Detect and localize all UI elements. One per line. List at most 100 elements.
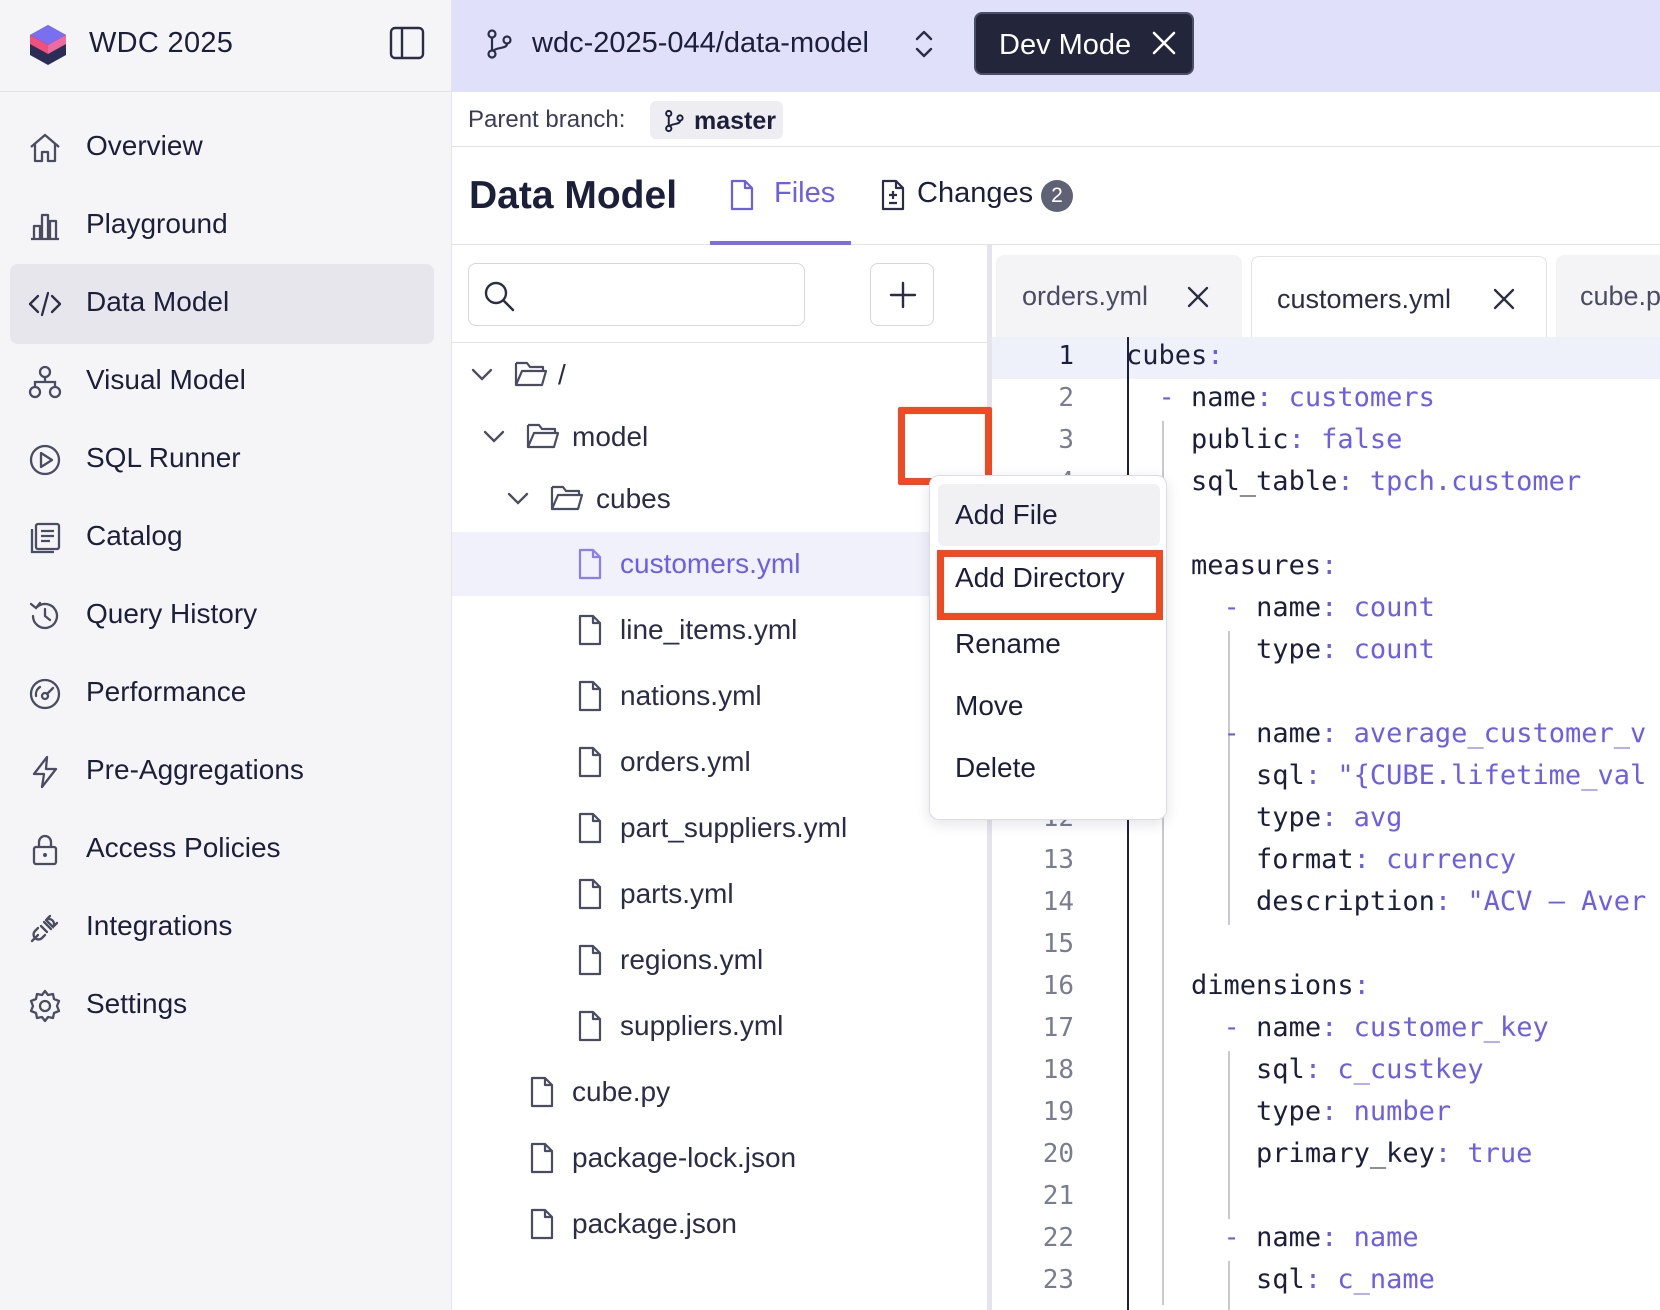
code-key: measures [1191, 550, 1322, 581]
line-number: 14 [1042, 887, 1074, 917]
code-line: public: false [1191, 424, 1403, 455]
tree-folder-root[interactable]: / [452, 343, 987, 407]
tree-file-package-lock[interactable]: package-lock.json [452, 1126, 987, 1190]
tree-file-package-json[interactable]: package.json [452, 1192, 987, 1256]
sidebar-item-performance[interactable]: Performance [10, 654, 434, 734]
editor-tab-cube-py[interactable]: cube.py [1556, 255, 1660, 337]
dev-mode-badge[interactable]: Dev Mode [974, 12, 1194, 75]
line-number: 21 [1042, 1181, 1074, 1211]
parent-branch-name: master [694, 107, 776, 135]
code-value: "ACV – Aver [1467, 886, 1647, 917]
search-box[interactable] [468, 263, 805, 326]
code-key: dimensions [1191, 970, 1354, 1001]
sidebar-item-playground[interactable]: Playground [10, 186, 434, 266]
code-line: - name: customer_key [1223, 1012, 1549, 1043]
sidebar-item-label: Settings [86, 988, 188, 1019]
line-number: 17 [1042, 1013, 1074, 1043]
sidebar-item-settings[interactable]: Settings [10, 966, 434, 1046]
code-icon [28, 291, 62, 317]
search-input[interactable] [525, 274, 795, 314]
plug-icon [30, 914, 59, 943]
tree-file-line-items[interactable]: line_items.yml [452, 598, 987, 662]
tree-file-suppliers[interactable]: suppliers.yml [452, 994, 987, 1058]
page-title: Data Model [469, 174, 678, 217]
sidebar-item-overview[interactable]: Overview [10, 108, 434, 188]
sidebar-item-data-model[interactable]: Data Model [10, 264, 434, 344]
chevron-up-down-icon[interactable] [912, 26, 936, 62]
tab-files[interactable]: Files [710, 147, 851, 245]
tree-label: package-lock.json [572, 1142, 797, 1173]
chevron-down-icon[interactable] [506, 489, 530, 509]
editor-tab-label: cube.py [1580, 281, 1660, 311]
code-value: c_custkey [1337, 1054, 1484, 1085]
parent-branch-chip[interactable]: master [650, 101, 783, 139]
current-line-highlight [992, 337, 1660, 379]
line-number: 15 [1042, 929, 1074, 959]
add-file-button[interactable] [870, 263, 934, 326]
sidebar-item-query-history[interactable]: Query History [10, 576, 434, 656]
tree-file-part-suppliers[interactable]: part_suppliers.yml [452, 796, 987, 860]
file-diff-icon [881, 179, 905, 211]
branch-selector[interactable]: wdc-2025-044/data-model [532, 27, 869, 60]
code-key: type [1256, 1096, 1322, 1127]
editor-tab-customers[interactable]: customers.yml [1251, 256, 1547, 338]
tree-file-nations[interactable]: nations.yml [452, 664, 987, 728]
line-number: 22 [1042, 1223, 1074, 1253]
lightning-icon [32, 755, 58, 789]
line-number: 2 [1058, 383, 1074, 413]
search-icon [484, 281, 515, 312]
tab-label: Files [774, 177, 836, 209]
context-menu: Add File Add Directory Rename Move Delet… [929, 475, 1167, 820]
chevron-down-icon[interactable] [470, 365, 494, 385]
menu-item-label: Add File [955, 499, 1058, 530]
chevron-down-icon[interactable] [482, 427, 506, 447]
menu-item-rename[interactable]: Rename [938, 613, 1160, 675]
sidebar-item-access-policies[interactable]: Access Policies [10, 810, 434, 890]
code-line: dimensions: [1191, 970, 1370, 1001]
tree-file-cube-py[interactable]: cube.py [452, 1060, 987, 1124]
file-icon [578, 680, 602, 712]
sidebar-item-label: Performance [86, 676, 247, 707]
tree-file-regions[interactable]: regions.yml [452, 928, 987, 992]
sidebar-item-label: Access Policies [86, 832, 281, 863]
sidebar-item-catalog[interactable]: Catalog [10, 498, 434, 578]
menu-item-delete[interactable]: Delete [938, 737, 1160, 799]
sidebar-item-integrations[interactable]: Integrations [10, 888, 434, 968]
tree-file-parts[interactable]: parts.yml [452, 862, 987, 926]
file-icon [530, 1142, 554, 1174]
menu-item-move[interactable]: Move [938, 675, 1160, 737]
code-key: description [1256, 886, 1435, 917]
code-line: - name: customers [1158, 382, 1435, 413]
file-icon [578, 548, 602, 580]
tab-changes[interactable]: Changes 2 [867, 147, 1077, 245]
close-icon[interactable] [1151, 30, 1177, 56]
code-key: type [1256, 634, 1322, 665]
code-value: count [1353, 592, 1435, 623]
sidebar-item-label: Pre-Aggregations [86, 754, 304, 785]
file-icon [730, 179, 754, 211]
code-value: c_name [1337, 1264, 1435, 1295]
git-branch-icon [665, 109, 684, 133]
code-key: public [1191, 424, 1289, 455]
sidebar-toggle-icon[interactable] [389, 25, 425, 61]
code-key: name [1256, 1012, 1322, 1043]
folder-open-icon [550, 485, 584, 511]
more-actions-button-highlight[interactable] [898, 407, 992, 485]
sidebar-item-visual-model[interactable]: Visual Model [10, 342, 434, 422]
menu-item-add-file[interactable]: Add File [938, 484, 1160, 546]
close-icon[interactable] [1186, 285, 1210, 309]
close-icon[interactable] [1492, 287, 1516, 311]
tree-label: cubes [596, 483, 671, 514]
tree-label: suppliers.yml [620, 1010, 784, 1041]
tree-file-customers[interactable]: customers.yml [452, 532, 987, 596]
app-title: WDC 2025 [89, 27, 234, 59]
sidebar-item-sql-runner[interactable]: SQL Runner [10, 420, 434, 500]
file-icon [578, 878, 602, 910]
sidebar-item-pre-aggregations[interactable]: Pre-Aggregations [10, 732, 434, 812]
code-value: tpch.customer [1369, 466, 1582, 497]
editor-tab-orders[interactable]: orders.yml [996, 255, 1242, 337]
code-value: number [1353, 1096, 1452, 1127]
code-key: name [1256, 592, 1322, 623]
hierarchy-icon [28, 365, 62, 399]
tree-file-orders[interactable]: orders.yml [452, 730, 987, 794]
